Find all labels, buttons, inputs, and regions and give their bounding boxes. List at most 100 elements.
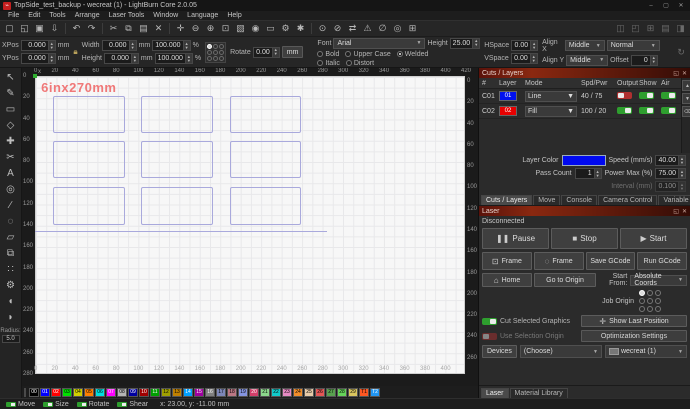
interval-input[interactable]: 0.100▲▼ xyxy=(655,181,686,192)
tab-laser[interactable]: Laser xyxy=(481,388,509,398)
palette-color-24[interactable]: 24 xyxy=(293,388,303,397)
laser-close-icon[interactable]: ✕ xyxy=(682,208,687,215)
graphic-rectangle[interactable] xyxy=(230,141,302,178)
graphic-rectangle[interactable] xyxy=(53,187,125,225)
position-icon[interactable]: ⊞ xyxy=(405,22,420,35)
palette-color-15[interactable]: 15 xyxy=(194,388,204,397)
aspect-lock-icon[interactable]: 🔒︎ xyxy=(73,47,77,57)
palette-color-20[interactable]: 20 xyxy=(249,388,259,397)
height-input[interactable]: 0.000▲▼ xyxy=(104,53,139,64)
stop-button[interactable]: ■Stop xyxy=(551,228,618,249)
maximize-button[interactable]: ▢ xyxy=(660,2,672,9)
palette-color-12[interactable]: 12 xyxy=(161,388,171,397)
palette-color-05[interactable]: 05 xyxy=(84,388,94,397)
layer-up-button[interactable]: ▲ xyxy=(682,80,690,91)
upper-case-option[interactable]: Upper Case xyxy=(345,51,390,58)
anchor-dot[interactable] xyxy=(213,50,218,55)
job-origin-dot[interactable] xyxy=(647,298,653,304)
array-tool[interactable]: ⧉ xyxy=(2,246,20,261)
layer-row[interactable]: C0202Fill▼100 / 20 xyxy=(479,104,681,119)
save-icon[interactable]: ▣ xyxy=(32,22,47,35)
panel-close-icon[interactable]: ✕ xyxy=(682,70,687,77)
palette-color-00[interactable]: 00 xyxy=(29,388,39,397)
palette-color-01[interactable]: 01 xyxy=(40,388,50,397)
palette-color-16[interactable]: 16 xyxy=(205,388,215,397)
palette-color-10[interactable]: 10 xyxy=(139,388,149,397)
status-toggle-size[interactable]: Size xyxy=(43,401,69,408)
start-from-select[interactable]: Absolute Coords▼ xyxy=(630,275,687,286)
menu-item-language[interactable]: Language xyxy=(183,12,222,19)
graphic-rectangle[interactable] xyxy=(141,141,213,178)
anchor-dot[interactable] xyxy=(219,50,224,55)
palette-color-09[interactable]: 09 xyxy=(128,388,138,397)
palette-color-13[interactable]: 13 xyxy=(172,388,182,397)
preview-monitor-icon[interactable]: ▭ xyxy=(263,22,278,35)
job-origin-grid[interactable] xyxy=(639,290,661,312)
zoom-in-icon[interactable]: ⊕ xyxy=(203,22,218,35)
graphic-rectangle[interactable] xyxy=(141,187,213,225)
palette-color-02[interactable]: 02 xyxy=(51,388,61,397)
xpos-input[interactable]: 0.000▲▼ xyxy=(21,40,56,51)
tab-material-library[interactable]: Material Library xyxy=(510,388,568,398)
palette-color-21[interactable]: 21 xyxy=(260,388,270,397)
font-select[interactable]: Arial▼ xyxy=(333,38,425,49)
refresh-icon[interactable]: ↻ xyxy=(674,46,689,59)
anchor-dot[interactable] xyxy=(219,44,224,49)
dock-right-icon[interactable]: ◰ xyxy=(628,22,643,35)
palette-drag-handle[interactable] xyxy=(24,388,26,397)
speed-input[interactable]: 40.00▲▼ xyxy=(655,155,686,166)
rotate-input[interactable]: 0.00▲▼ xyxy=(253,47,280,58)
camera-icon[interactable]: ◉ xyxy=(248,22,263,35)
job-origin-dot[interactable] xyxy=(647,306,653,312)
layer-row[interactable]: C0101Line▼40 / 75 xyxy=(479,89,681,104)
layout-grid-icon[interactable]: ⊞ xyxy=(643,22,658,35)
graphic-line[interactable] xyxy=(35,231,327,232)
tab-console[interactable]: Console xyxy=(561,195,597,205)
palette-color-T2[interactable]: T2 xyxy=(370,388,380,397)
edit-nodes-tool[interactable]: ✚ xyxy=(2,134,20,149)
layer-color-chip[interactable]: 02 xyxy=(499,106,517,116)
position-laser-tool[interactable]: ◎ xyxy=(2,182,20,197)
select-tool[interactable]: ↖ xyxy=(2,70,20,85)
polygon-tool[interactable]: ◇ xyxy=(2,118,20,133)
split-view-icon[interactable]: ◨ xyxy=(673,22,688,35)
menu-item-help[interactable]: Help xyxy=(223,12,245,19)
menu-item-edit[interactable]: Edit xyxy=(24,12,44,19)
pause-button[interactable]: ❚❚Pause xyxy=(482,228,549,249)
job-origin-dot[interactable] xyxy=(655,306,661,312)
zoom-out-icon[interactable]: ⊖ xyxy=(188,22,203,35)
job-origin-dot[interactable] xyxy=(655,290,661,296)
open-file-icon[interactable]: ◱ xyxy=(17,22,32,35)
text-height-input[interactable]: 25.00▲▼ xyxy=(450,38,481,49)
palette-color-07[interactable]: 07 xyxy=(106,388,116,397)
align-mode-select[interactable]: Normal▼ xyxy=(607,40,660,51)
panel-list-icon[interactable]: ▤ xyxy=(658,22,673,35)
anchor-dot[interactable] xyxy=(213,56,218,61)
anchor-dot[interactable] xyxy=(207,50,212,55)
width-input[interactable]: 0.000▲▼ xyxy=(102,40,137,51)
cut-icon[interactable]: ✂ xyxy=(106,22,121,35)
palette-color-11[interactable]: 11 xyxy=(150,388,160,397)
menu-item-laser-tools[interactable]: Laser Tools xyxy=(105,12,149,19)
start-button[interactable]: ▶Start xyxy=(620,228,687,249)
laser-float-icon[interactable]: ◱ xyxy=(673,208,679,215)
layer-color-chip[interactable]: 01 xyxy=(499,91,517,101)
palette-color-06[interactable]: 06 xyxy=(95,388,105,397)
text-tool[interactable]: A xyxy=(2,166,20,181)
palette-color-19[interactable]: 19 xyxy=(238,388,248,397)
status-toggle-rotate[interactable]: Rotate xyxy=(77,401,110,408)
palette-color-08[interactable]: 08 xyxy=(117,388,127,397)
frame-circle-button[interactable]: ◌Frame xyxy=(534,252,584,270)
target-icon[interactable]: ◎ xyxy=(390,22,405,35)
offset-shapes-tool[interactable]: ◌ xyxy=(2,214,20,229)
layer-mode-select[interactable]: Line▼ xyxy=(525,91,577,102)
save-gcode-button[interactable]: Save GCode xyxy=(586,252,636,270)
frame-square-button[interactable]: ⊡Frame xyxy=(482,252,532,270)
transform-anchor-grid[interactable] xyxy=(205,42,226,63)
tab-variable-text[interactable]: Variable Text xyxy=(658,195,690,205)
vspace-input[interactable]: 0.00▲▼ xyxy=(511,53,538,64)
graphic-rectangle[interactable] xyxy=(230,187,302,225)
tab-move[interactable]: Move xyxy=(533,195,560,205)
layer-list-empty[interactable] xyxy=(479,119,681,153)
align-x-select[interactable]: Middle▼ xyxy=(565,40,605,51)
